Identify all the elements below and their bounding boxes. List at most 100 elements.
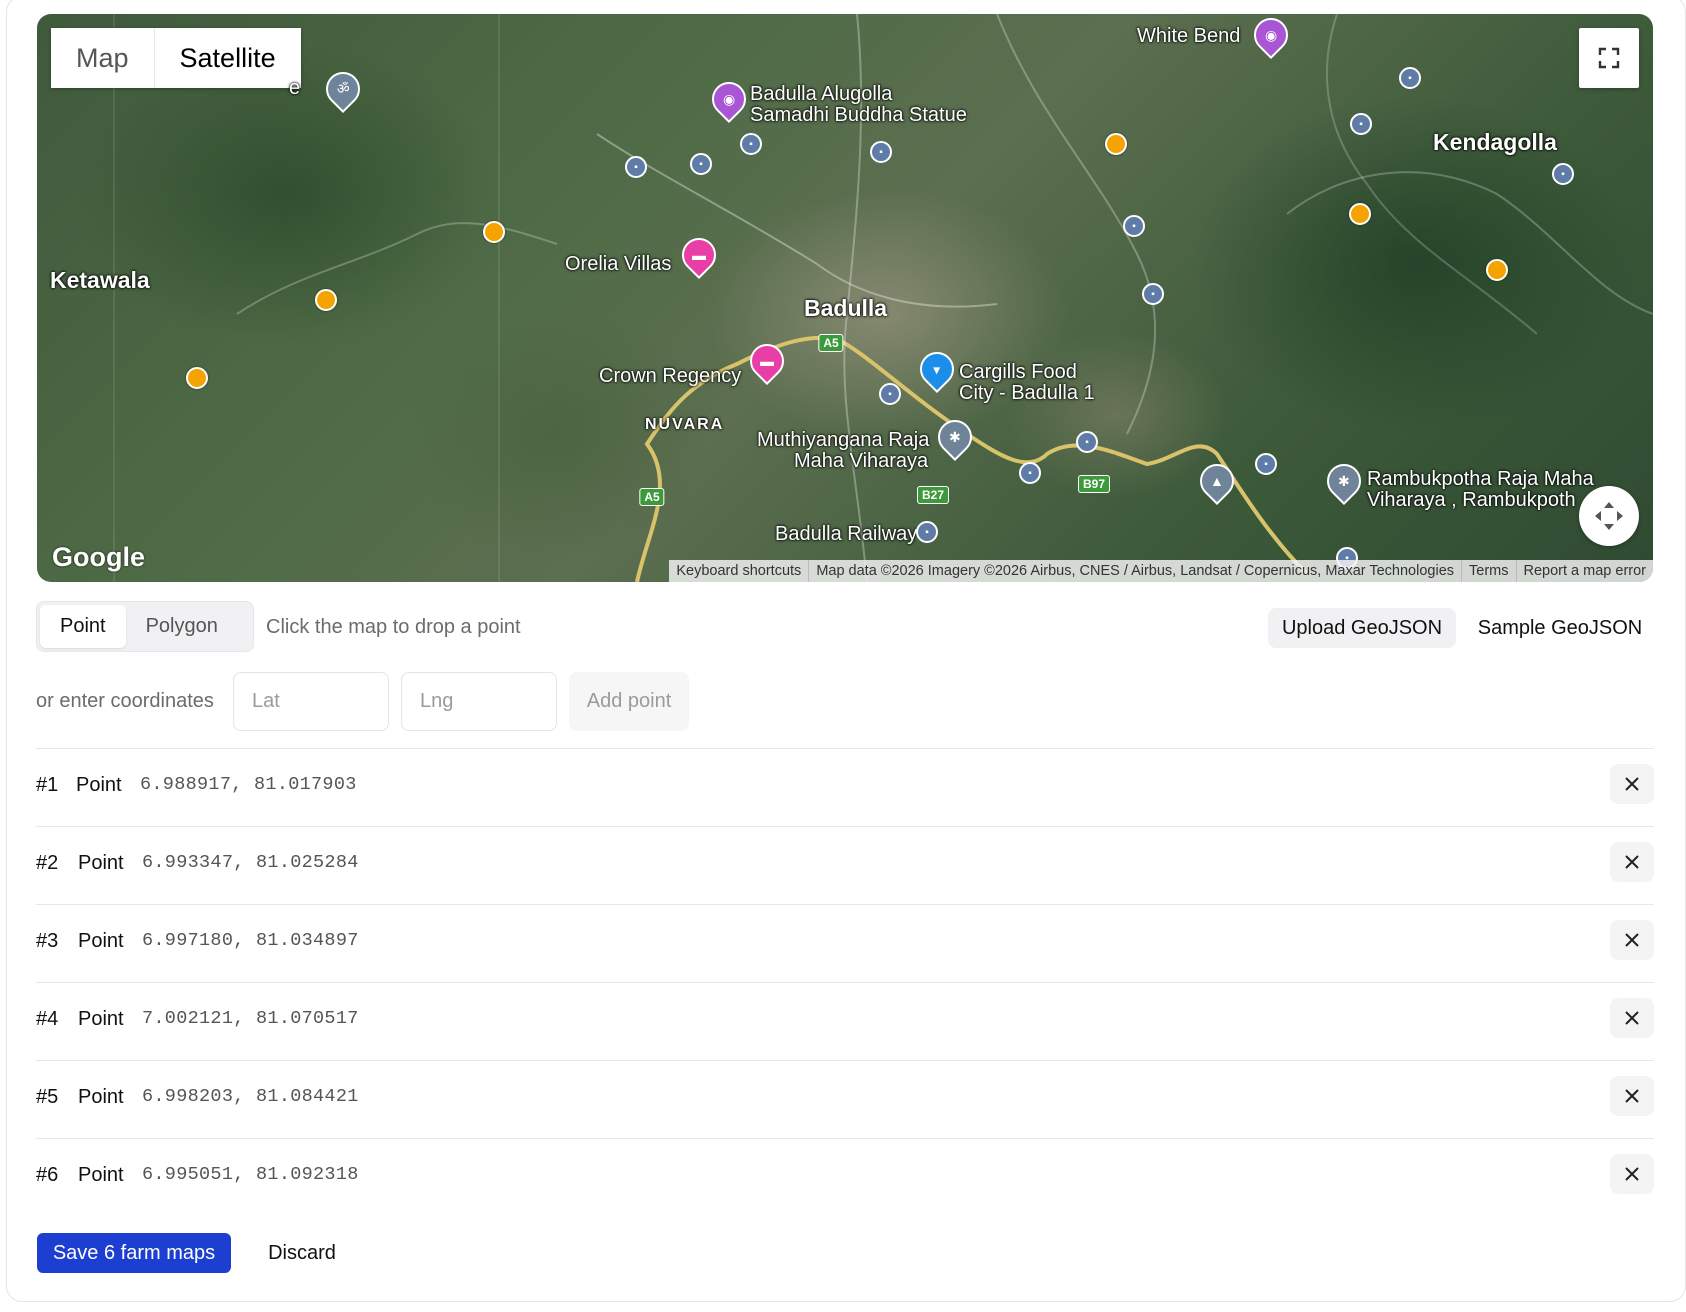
bus-stop-icon: ▪ — [1399, 67, 1421, 89]
label-partial: e — [289, 77, 301, 99]
label-cargills-line2: City - Badulla 1 — [959, 382, 1095, 404]
report-map-error-link[interactable]: Report a map error — [1515, 560, 1654, 582]
label-crown-regency: Crown Regency — [599, 365, 742, 387]
point-type: Point — [78, 930, 124, 952]
bus-stop-icon: ▪ — [1552, 163, 1574, 185]
road-shield-b27: B27 — [916, 486, 950, 504]
point-index: #1 — [36, 774, 59, 796]
remove-point-button[interactable] — [1610, 998, 1654, 1038]
close-icon — [1625, 1089, 1639, 1103]
terms-link[interactable]: Terms — [1461, 560, 1515, 582]
farm-point-marker-4[interactable] — [1105, 133, 1127, 155]
point-index: #5 — [36, 1086, 59, 1108]
add-point-button[interactable]: Add point — [569, 672, 689, 731]
farm-point-marker-2[interactable] — [315, 289, 337, 311]
remove-point-button[interactable] — [1610, 920, 1654, 960]
label-ketawala: Ketawala — [50, 267, 150, 293]
farm-point-marker-3[interactable] — [483, 221, 505, 243]
close-icon — [1625, 1011, 1639, 1025]
bus-stop-icon: ▪ — [690, 153, 712, 175]
point-coordinates: 6.997180, 81.034897 — [142, 930, 359, 951]
bus-stop-icon: ▪ — [879, 383, 901, 405]
label-muthiyangana-line2: Maha Viharaya — [794, 450, 929, 472]
bus-stop-icon: ▪ — [625, 156, 647, 178]
bus-stop-icon: ▪ — [1255, 453, 1277, 475]
point-index: #4 — [36, 1008, 59, 1030]
label-badulla: Badulla — [804, 295, 888, 321]
point-row: #5 Point 6.998203, 81.084421 — [36, 1060, 1654, 1138]
point-coordinates: 6.988917, 81.017903 — [140, 774, 357, 795]
mode-polygon-button[interactable]: Polygon — [126, 605, 238, 648]
road-shield-a5: A5 — [818, 334, 844, 352]
bus-stop-icon: ▪ — [1142, 283, 1164, 305]
road-shield-b97: B97 — [1077, 475, 1111, 493]
point-type: Point — [78, 1008, 124, 1030]
remove-point-button[interactable] — [1610, 842, 1654, 882]
upload-geojson-button[interactable]: Upload GeoJSON — [1268, 608, 1456, 648]
enter-coordinates-label: or enter coordinates — [36, 690, 214, 712]
farm-point-marker-1[interactable] — [186, 367, 208, 389]
label-badulla-railway: Badulla Railway — [775, 523, 918, 545]
point-type: Point — [78, 852, 124, 874]
label-alugolla-line1: Badulla Alugolla — [750, 83, 893, 105]
sample-geojson-button[interactable]: Sample GeoJSON — [1470, 608, 1650, 648]
camera-move-button[interactable] — [1579, 486, 1639, 546]
point-row: #3 Point 6.997180, 81.034897 — [36, 904, 1654, 982]
fullscreen-button[interactable] — [1579, 28, 1639, 88]
discard-button[interactable]: Discard — [252, 1233, 352, 1273]
close-icon — [1625, 1167, 1639, 1181]
point-index: #6 — [36, 1164, 59, 1186]
drawing-mode-toggle: Point Polygon — [36, 601, 254, 652]
label-muthiyangana-line1: Muthiyangana Raja — [757, 429, 930, 451]
remove-point-button[interactable] — [1610, 1076, 1654, 1116]
bus-stop-icon: ▪ — [1019, 462, 1041, 484]
bus-stop-icon: ▪ — [870, 141, 892, 163]
keyboard-shortcuts-link[interactable]: Keyboard shortcuts — [669, 560, 808, 582]
label-alugolla-line2: Samadhi Buddha Statue — [750, 104, 967, 126]
remove-point-button[interactable] — [1610, 764, 1654, 804]
point-coordinates: 6.995051, 81.092318 — [142, 1164, 359, 1185]
farm-point-marker-6[interactable] — [1486, 259, 1508, 281]
satellite-map[interactable]: Map Satellite White Bend e Badulla Alugo… — [37, 14, 1653, 582]
close-icon — [1625, 933, 1639, 947]
label-orelia-villas: Orelia Villas — [565, 253, 672, 275]
point-row: #6 Point 6.995051, 81.092318 — [36, 1138, 1654, 1216]
point-list: #1 Point 6.988917, 81.017903 #2 Point 6.… — [36, 748, 1654, 1216]
point-row: #2 Point 6.993347, 81.025284 — [36, 826, 1654, 904]
bus-stop-icon: ▪ — [1123, 215, 1145, 237]
remove-point-button[interactable] — [1610, 1154, 1654, 1194]
mode-point-button[interactable]: Point — [40, 605, 126, 648]
label-rambukpotha-line2: Viharaya , Rambukpoth — [1367, 489, 1576, 511]
bus-stop-icon: ▪ — [1076, 431, 1098, 453]
map-data-credit: Map data ©2026 Imagery ©2026 Airbus, CNE… — [808, 560, 1461, 582]
label-rambukpotha-line1: Rambukpotha Raja Maha — [1367, 468, 1594, 490]
move-icon — [1595, 502, 1623, 530]
close-icon — [1625, 855, 1639, 869]
point-type: Point — [78, 1164, 124, 1186]
label-cargills-line1: Cargills Food — [959, 361, 1077, 383]
close-icon — [1625, 777, 1639, 791]
point-index: #2 — [36, 852, 59, 874]
map-type-satellite-button[interactable]: Satellite — [153, 28, 301, 88]
label-white-bend: White Bend — [1137, 25, 1241, 47]
fullscreen-icon — [1598, 47, 1620, 69]
map-type-map-button[interactable]: Map — [51, 28, 154, 88]
google-logo: Google — [52, 542, 145, 572]
bus-stop-icon: ▪ — [1350, 113, 1372, 135]
point-row: #4 Point 7.002121, 81.070517 — [36, 982, 1654, 1060]
map-attribution: Keyboard shortcuts Map data ©2026 Imager… — [669, 560, 1653, 582]
longitude-input[interactable] — [401, 672, 557, 731]
label-nuvara: NUVARA — [645, 416, 725, 433]
road-shield-a5-south: A5 — [639, 488, 665, 506]
latitude-input[interactable] — [233, 672, 389, 731]
bus-stop-icon: ▪ — [916, 521, 938, 543]
point-coordinates: 6.993347, 81.025284 — [142, 852, 359, 873]
point-type: Point — [78, 1086, 124, 1108]
point-row: #1 Point 6.988917, 81.017903 — [36, 748, 1654, 826]
farm-point-marker-5[interactable] — [1349, 203, 1371, 225]
map-type-control: Map Satellite — [51, 28, 301, 88]
point-coordinates: 6.998203, 81.084421 — [142, 1086, 359, 1107]
save-farm-maps-button[interactable]: Save 6 farm maps — [37, 1233, 231, 1273]
point-index: #3 — [36, 930, 59, 952]
bus-stop-icon: ▪ — [740, 133, 762, 155]
